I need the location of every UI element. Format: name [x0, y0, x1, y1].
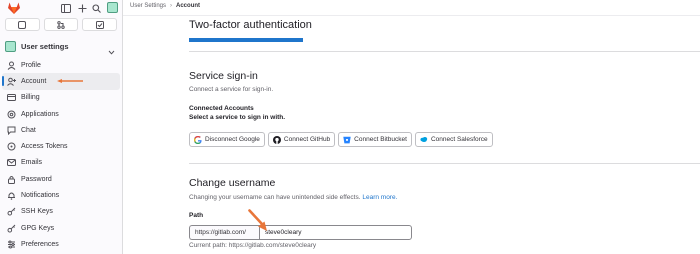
button-label: Connect Bitbucket — [354, 136, 407, 143]
two-factor-title: Two-factor authentication — [189, 19, 312, 31]
sidebar-item-label: SSH Keys — [21, 208, 53, 216]
plus-icon[interactable] — [77, 3, 87, 13]
todos-button[interactable] — [82, 16, 118, 34]
breadcrumb: User Settings › Account — [130, 3, 200, 9]
bell-icon — [7, 191, 16, 200]
sidebar-item-applications[interactable]: Applications — [0, 106, 122, 122]
github-icon — [272, 135, 281, 144]
learn-more-link[interactable]: Learn more. — [362, 194, 397, 201]
service-buttons: Disconnect Google Connect GitHub Connect… — [189, 132, 493, 147]
sidebar-item-label: Applications — [21, 110, 59, 118]
issues-icon — [18, 16, 27, 34]
billing-icon — [7, 93, 16, 102]
change-username-title: Change username — [189, 177, 276, 189]
section-divider — [189, 163, 700, 164]
change-username-subtitle: Changing your username can have unintend… — [189, 194, 397, 201]
sidebar-item-label: Access Tokens — [21, 143, 68, 151]
path-label: Path — [189, 212, 204, 219]
user-avatar[interactable] — [107, 2, 118, 13]
disconnect-google-button[interactable]: Disconnect Google — [189, 132, 265, 147]
profile-icon — [7, 61, 16, 70]
applications-icon — [7, 110, 16, 119]
sidebar-nav: Profile Account Billing Applications Cha… — [0, 57, 122, 253]
path-input-group: https://gitlab.com/ — [189, 225, 412, 240]
key-icon — [7, 207, 16, 216]
chat-icon — [7, 126, 16, 135]
sidebar-item-ssh-keys[interactable]: SSH Keys — [0, 204, 122, 220]
merge-request-icon — [57, 16, 65, 34]
todo-icon — [95, 16, 104, 34]
context-title: User settings — [21, 41, 69, 51]
sidebar-item-label: GPG Keys — [21, 224, 55, 232]
button-label: Disconnect Google — [205, 136, 260, 143]
sidebar-item-label: Preferences — [21, 240, 59, 248]
sidebar-shortcuts — [5, 16, 118, 34]
section-divider — [189, 51, 700, 52]
google-icon — [194, 135, 202, 144]
sidebar-item-label: Chat — [21, 126, 36, 134]
search-icon[interactable] — [91, 3, 101, 13]
breadcrumb-item-account: Account — [176, 3, 201, 9]
avatar — [5, 40, 16, 52]
preferences-icon — [7, 240, 16, 249]
annotation-arrow — [57, 79, 83, 84]
breadcrumb-item-user-settings[interactable]: User Settings — [130, 3, 166, 9]
connect-bitbucket-button[interactable]: Connect Bitbucket — [338, 132, 412, 147]
connected-accounts-subtitle: Select a service to sign in with. — [189, 114, 286, 121]
breadcrumb-separator: › — [170, 3, 173, 9]
lock-icon — [7, 175, 16, 184]
current-path-text: Current path: https://gitlab.com/steve0c… — [189, 242, 317, 249]
salesforce-icon — [420, 136, 428, 144]
sidebar-item-label: Account — [21, 77, 47, 85]
sidebar: User settings Profile Account Billing Ap… — [0, 0, 123, 254]
header-divider — [123, 15, 700, 16]
service-signin-subtitle: Connect a service for sign-in. — [189, 86, 274, 93]
service-signin-title: Service sign-in — [189, 70, 258, 82]
sidebar-item-label: Emails — [21, 159, 43, 167]
connect-github-button[interactable]: Connect GitHub — [267, 132, 336, 147]
sidebar-item-password[interactable]: Password — [0, 171, 122, 187]
annotation-arrow — [248, 209, 267, 231]
sidebar-item-preferences[interactable]: Preferences — [0, 236, 122, 252]
connected-accounts-title: Connected Accounts — [189, 105, 254, 112]
gitlab-logo-icon[interactable] — [7, 1, 21, 15]
token-icon — [7, 142, 16, 151]
sidebar-item-chat[interactable]: Chat — [0, 122, 122, 138]
account-icon — [7, 77, 16, 86]
context-switcher[interactable]: User settings — [5, 38, 119, 55]
sidebar-item-account[interactable]: Account — [2, 73, 120, 90]
two-factor-button[interactable] — [189, 38, 303, 42]
button-label: Connect GitHub — [283, 136, 331, 143]
sidebar-item-billing[interactable]: Billing — [0, 90, 122, 106]
sidebar-item-emails[interactable]: Emails — [0, 155, 122, 171]
sidebar-item-label: Profile — [21, 61, 41, 69]
sidebar-item-profile[interactable]: Profile — [0, 57, 122, 73]
sidebar-toggle-icon[interactable] — [61, 3, 71, 13]
key-icon — [7, 224, 16, 233]
sidebar-item-gpg-keys[interactable]: GPG Keys — [0, 220, 122, 236]
sidebar-item-notifications[interactable]: Notifications — [0, 187, 122, 203]
merge-requests-button[interactable] — [43, 16, 79, 34]
connect-salesforce-button[interactable]: Connect Salesforce — [414, 132, 493, 147]
change-username-warning: Changing your username can have unintend… — [189, 194, 361, 201]
sidebar-item-label: Billing — [21, 94, 40, 102]
username-input[interactable] — [259, 225, 412, 240]
email-icon — [7, 158, 16, 167]
button-label: Connect Salesforce — [430, 136, 488, 143]
bitbucket-icon — [343, 136, 351, 144]
sidebar-item-label: Notifications — [21, 192, 60, 200]
sidebar-item-access-tokens[interactable]: Access Tokens — [0, 138, 122, 154]
issues-button[interactable] — [5, 18, 40, 31]
sidebar-item-label: Password — [21, 175, 52, 183]
